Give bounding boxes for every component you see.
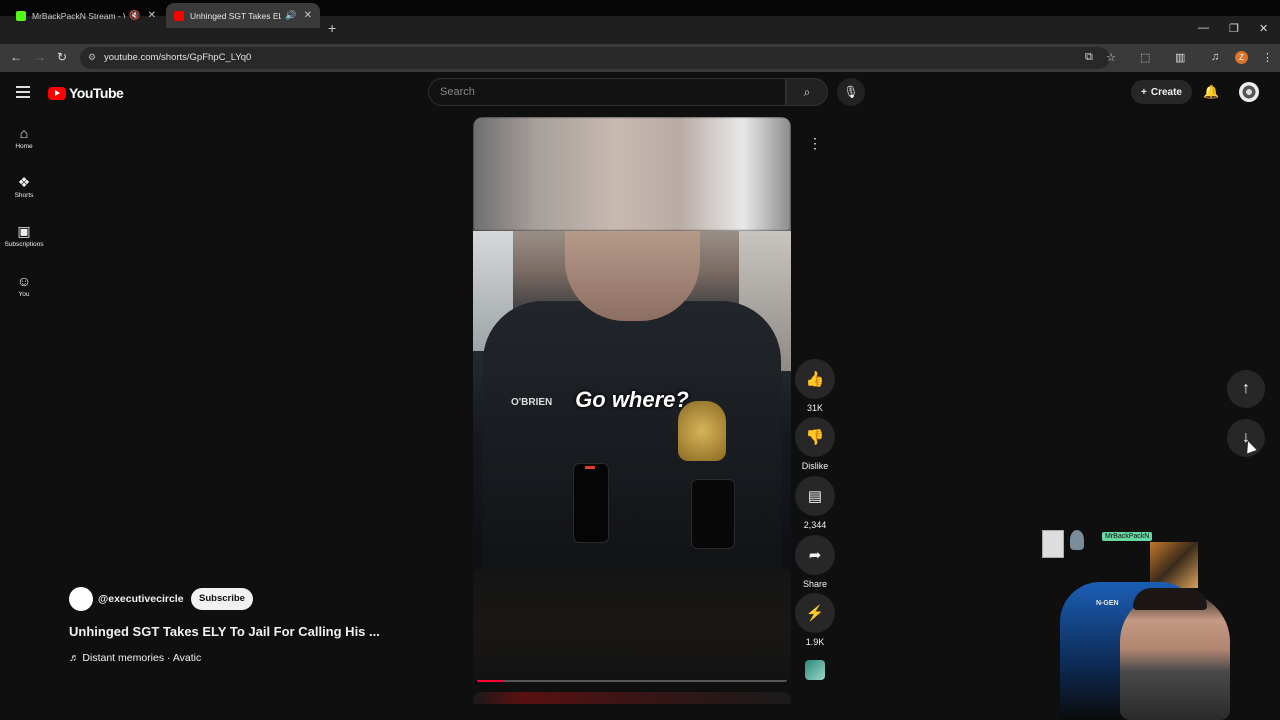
you-icon: ☺ bbox=[16, 273, 32, 289]
reload-icon[interactable]: ↻ bbox=[57, 50, 67, 64]
share-button[interactable]: ➦ Share bbox=[795, 535, 835, 589]
remix-count: 1.9K bbox=[805, 637, 825, 647]
create-label: Create bbox=[1150, 86, 1182, 98]
sidebar-item-home[interactable]: ⌂ Home bbox=[0, 125, 48, 150]
arrow-up-icon: ↑ bbox=[1242, 380, 1250, 397]
url-text[interactable]: youtube.com/shorts/GpFhpC_LYq0 bbox=[104, 52, 251, 63]
create-button[interactable]: + Create bbox=[1131, 80, 1192, 104]
remix-button[interactable]: ⚡ 1.9K bbox=[795, 593, 835, 647]
new-tab-icon[interactable]: + bbox=[328, 20, 336, 36]
comment-count: 2,344 bbox=[803, 520, 827, 530]
share-label: Share bbox=[802, 579, 828, 589]
notifications-bell-icon[interactable]: 🔔 bbox=[1203, 84, 1219, 100]
progress-fill bbox=[477, 680, 504, 682]
search-icon: ⌕ bbox=[803, 85, 811, 99]
shorts-icon: ❖ bbox=[17, 174, 31, 190]
sidebar-item-label: Subscriptions bbox=[4, 241, 44, 248]
stream-name-tag: MrBackPackN bbox=[1102, 532, 1153, 541]
music-note-icon: ♬ bbox=[69, 652, 83, 664]
search-input[interactable]: Search bbox=[428, 78, 786, 106]
plus-icon: + bbox=[1141, 86, 1147, 98]
bookmark-star-icon[interactable]: ☆ bbox=[1106, 51, 1116, 64]
radio-led bbox=[585, 466, 595, 469]
thumbs-up-icon: 👍 bbox=[795, 359, 835, 399]
blurred-bottom-band bbox=[473, 569, 791, 683]
tab-title: Unhinged SGT Takes ELY To bbox=[190, 10, 282, 21]
dislike-button[interactable]: 👎 Dislike bbox=[795, 417, 835, 471]
mic-icon: 🎙 bbox=[843, 85, 859, 99]
youtube-play-icon bbox=[48, 86, 66, 100]
short-video-player[interactable]: O'BRIEN Go where? bbox=[473, 117, 791, 683]
channel-avatar[interactable] bbox=[69, 587, 93, 611]
search-button[interactable]: ⌕ bbox=[786, 78, 828, 106]
streamer-webcam-overlay: MrBackPackN N-GEN bbox=[1040, 522, 1280, 720]
sidebar-item-label: Shorts bbox=[14, 192, 34, 199]
profile-avatar[interactable]: Z bbox=[1235, 51, 1248, 64]
subscribe-button[interactable]: Subscribe bbox=[191, 588, 253, 610]
next-short-preview[interactable] bbox=[473, 692, 791, 704]
music-text: Distant memories · Avatic bbox=[82, 652, 202, 664]
thumbs-down-icon: 👎 bbox=[795, 417, 835, 457]
tab-title: MrBackPackN Stream - Watch bbox=[32, 10, 125, 21]
restore-icon[interactable]: ❐ bbox=[1229, 22, 1239, 35]
dislike-label: Dislike bbox=[801, 461, 829, 471]
sidebar-item-shorts[interactable]: ❖ Shorts bbox=[0, 174, 48, 199]
youtube-favicon-icon bbox=[174, 10, 184, 21]
video-caption: Go where? bbox=[575, 387, 689, 412]
channel-name[interactable]: @executivecircle bbox=[98, 593, 184, 605]
tab-kick-stream[interactable]: MrBackPackN Stream - Watch 🔇 ✕ bbox=[8, 3, 164, 28]
like-button[interactable]: 👍 31K bbox=[795, 359, 835, 413]
home-icon: ⌂ bbox=[19, 125, 29, 141]
voice-search-button[interactable]: 🎙 bbox=[837, 78, 865, 106]
close-window-icon[interactable]: ✕ bbox=[1259, 22, 1268, 35]
back-icon[interactable]: ← bbox=[10, 50, 22, 64]
close-tab-icon[interactable]: ✕ bbox=[304, 10, 312, 21]
sidepanel-icon[interactable]: ▥ bbox=[1175, 51, 1185, 64]
remix-icon: ⚡ bbox=[795, 593, 835, 633]
audio-playing-icon[interactable]: 🔊 bbox=[285, 10, 296, 21]
comment-icon: ▤ bbox=[795, 476, 835, 516]
minimize-icon[interactable]: — bbox=[1198, 22, 1209, 34]
sound-thumbnail[interactable] bbox=[805, 660, 825, 680]
media-control-icon[interactable]: ♫ bbox=[1211, 51, 1219, 63]
sidebar-item-subscriptions[interactable]: ▣ Subscriptions bbox=[0, 223, 48, 248]
more-options-icon[interactable]: ⋮ bbox=[801, 129, 829, 157]
chair-brand: N-GEN bbox=[1096, 600, 1119, 607]
youtube-logo-text: YouTube bbox=[69, 85, 124, 101]
blurred-top-band bbox=[473, 117, 791, 231]
kick-favicon-icon bbox=[16, 10, 26, 21]
install-app-icon[interactable]: ⧉ bbox=[1085, 51, 1093, 64]
site-info-icon[interactable]: ⚙ bbox=[88, 52, 96, 63]
sidebar-item-you[interactable]: ☺ You bbox=[0, 273, 48, 298]
close-tab-icon[interactable]: ✕ bbox=[148, 10, 156, 21]
progress-bar[interactable] bbox=[477, 680, 787, 682]
streamer-hair bbox=[1133, 588, 1207, 610]
comments-button[interactable]: ▤ 2,344 bbox=[795, 476, 835, 530]
wall-frame bbox=[1042, 530, 1064, 558]
radio-device bbox=[573, 463, 609, 543]
officer-vest bbox=[483, 301, 781, 571]
sidebar-item-label: You bbox=[18, 291, 30, 298]
like-count: 31K bbox=[806, 403, 823, 413]
tab-youtube-short[interactable]: Unhinged SGT Takes ELY To 🔊 ✕ bbox=[166, 3, 320, 28]
wall-decoration bbox=[1070, 530, 1084, 550]
short-title[interactable]: Unhinged SGT Takes ELY To Jail For Calli… bbox=[69, 624, 380, 639]
radio-device bbox=[691, 479, 735, 549]
hamburger-menu-icon[interactable] bbox=[16, 86, 30, 101]
more-menu-icon[interactable]: ⋮ bbox=[1262, 51, 1273, 64]
streamer bbox=[1120, 592, 1230, 720]
youtube-logo[interactable]: YouTube bbox=[48, 85, 124, 101]
sidebar-item-label: Home bbox=[15, 143, 33, 150]
share-arrow-icon: ➦ bbox=[795, 535, 835, 575]
account-avatar[interactable] bbox=[1239, 82, 1259, 102]
previous-short-button[interactable]: ↑ bbox=[1227, 370, 1265, 408]
music-link[interactable]: ♬ Distant memories · Avatic bbox=[69, 652, 201, 664]
forward-icon[interactable]: → bbox=[34, 50, 46, 64]
extensions-icon[interactable]: ⬚ bbox=[1140, 51, 1150, 64]
subscriptions-icon: ▣ bbox=[17, 223, 31, 239]
muted-audio-icon[interactable]: 🔇 bbox=[129, 10, 140, 21]
